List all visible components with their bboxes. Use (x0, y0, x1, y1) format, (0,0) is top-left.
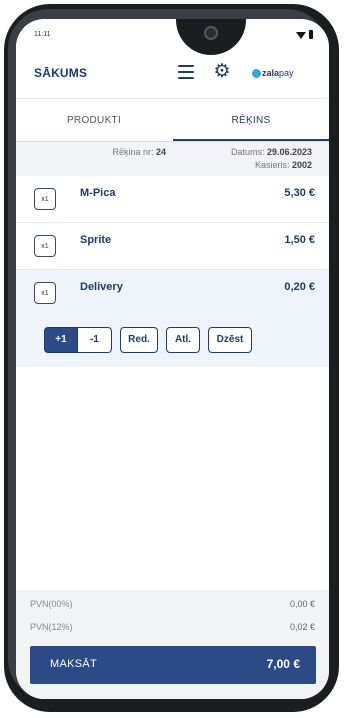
camera-icon (204, 26, 218, 40)
receipt-number: Rēķina nr: 24 (16, 147, 166, 157)
menu-icon[interactable] (178, 65, 194, 79)
home-link[interactable]: SĀKUMS (34, 66, 87, 80)
tab-bar: PRODUKTI RĒĶINS (16, 99, 329, 143)
receipt-number-label: Rēķina nr: (112, 147, 156, 157)
logo-mark-icon (252, 68, 261, 78)
quantity-badge[interactable]: x1 (34, 188, 56, 210)
pay-total: 7,00 € (266, 657, 300, 671)
item-price: 5,30 € (284, 187, 315, 199)
status-bar: 11:11 (16, 19, 329, 49)
item-actions-bar: +1 -1 Red. Atl. Dzēst (16, 317, 329, 367)
vat-value: 0,00 € (289, 599, 315, 609)
delete-button[interactable]: Dzēst (208, 327, 252, 353)
decrement-button[interactable]: -1 (78, 327, 112, 353)
item-price: 0,20 € (284, 281, 315, 293)
gear-icon[interactable]: ⚙ (212, 62, 232, 82)
pay-label: MAKSĀT (50, 658, 98, 670)
item-name: M-Pica (80, 187, 116, 199)
battery-icon (309, 30, 313, 39)
edit-button[interactable]: Red. (120, 327, 158, 353)
wifi-icon (296, 32, 306, 39)
item-name: Delivery (80, 281, 123, 293)
receipt-date: Datums: 29.06.2023 (184, 147, 312, 157)
vat-label: PVN(00%) (30, 599, 73, 609)
quantity-badge[interactable]: x1 (34, 235, 56, 257)
vat-value: 0,02 € (289, 622, 315, 632)
receipt-number-value: 24 (155, 147, 166, 157)
increment-button[interactable]: +1 (44, 327, 78, 353)
logo-text-bold: zala (262, 68, 280, 78)
status-time: 11:11 (34, 31, 51, 38)
receipt-cashier-value: 2002 (291, 160, 312, 170)
discount-button[interactable]: Atl. (166, 327, 200, 353)
tab-active-indicator (173, 139, 329, 141)
zalapay-logo: zala pay (252, 66, 294, 80)
pay-button[interactable]: MAKSĀT 7,00 € (30, 646, 316, 684)
tab-products[interactable]: PRODUKTI (16, 99, 172, 143)
receipt-info-bar: Rēķina nr: 24 Datums: 29.06.2023 Kasieri… (16, 142, 329, 176)
receipt-date-value: 29.06.2023 (266, 147, 312, 157)
receipt-cashier-label: Kasieris: (254, 160, 292, 170)
app-header: SĀKUMS ⚙ zala pay (16, 49, 329, 99)
receipt-cashier: Kasieris: 2002 (184, 160, 312, 170)
list-item-selected[interactable]: x1 Delivery 0,20 € (16, 270, 329, 317)
list-item[interactable]: x1 Sprite 1,50 € (16, 223, 329, 270)
list-item[interactable]: x1 M-Pica 5,30 € (16, 176, 329, 223)
logo-text-light: pay (279, 68, 294, 78)
app-screen: 11:11 SĀKUMS ⚙ zala pay PRODUKTI RĒĶINS … (16, 19, 329, 699)
item-price: 1,50 € (284, 234, 315, 246)
receipt-date-label: Datums: (230, 147, 267, 157)
tab-receipt[interactable]: RĒĶINS (173, 99, 329, 143)
quantity-badge[interactable]: x1 (34, 282, 56, 304)
item-name: Sprite (80, 234, 112, 246)
vat-label: PVN(12%) (30, 622, 73, 632)
